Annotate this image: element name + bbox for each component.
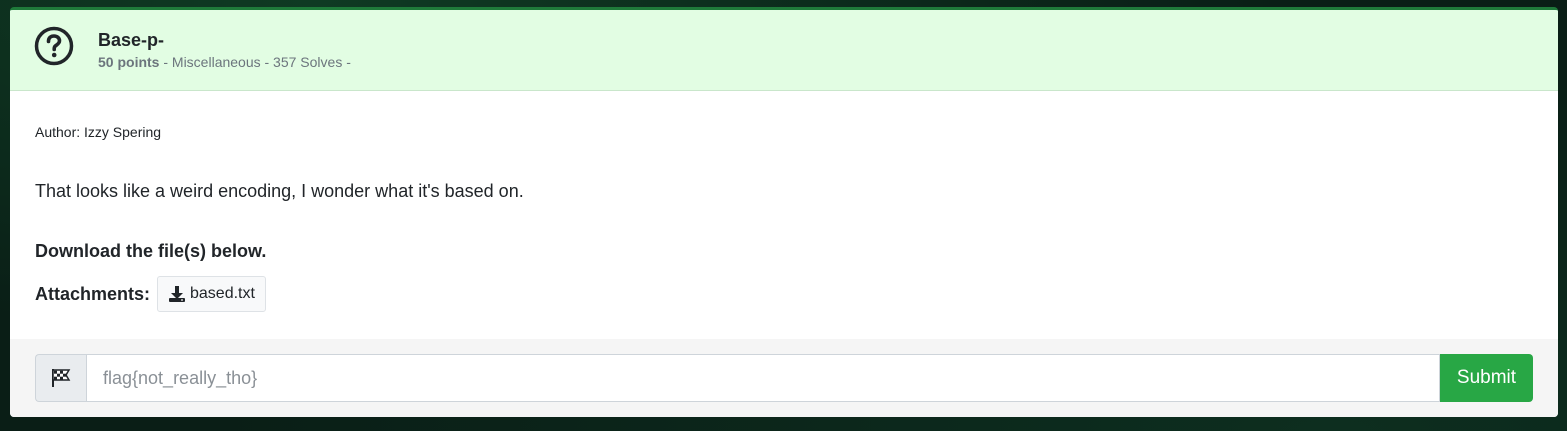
flag-input-addon <box>35 354 86 402</box>
challenge-category-solves: - Miscellaneous - 357 Solves - <box>159 54 351 70</box>
checkered-flag-icon <box>52 369 71 387</box>
download-icon <box>169 286 185 302</box>
attachment-filename: based.txt <box>190 285 255 302</box>
flag-input[interactable] <box>86 354 1440 402</box>
challenge-description: That looks like a weird encoding, I wond… <box>35 181 524 201</box>
challenge-meta: 50 points - Miscellaneous - 357 Solves - <box>98 54 351 70</box>
attachments-label: Attachments: <box>35 284 151 304</box>
challenge-header: Base-p- 50 points - Miscellaneous - 357 … <box>10 10 1558 91</box>
challenge-points: 50 points <box>98 54 160 70</box>
challenge-author: Author: Izzy Spering <box>35 124 162 140</box>
challenge-card: Base-p- 50 points - Miscellaneous - 357 … <box>10 7 1558 417</box>
flag-input-group: Submit <box>35 354 1533 402</box>
question-circle-icon <box>34 26 74 66</box>
attachment-button[interactable]: based.txt <box>157 276 266 312</box>
challenge-title: Base-p- <box>98 30 165 50</box>
submit-button[interactable]: Submit <box>1440 354 1533 402</box>
flag-submit-footer: Submit <box>10 339 1558 417</box>
download-note: Download the file(s) below. <box>35 241 267 261</box>
